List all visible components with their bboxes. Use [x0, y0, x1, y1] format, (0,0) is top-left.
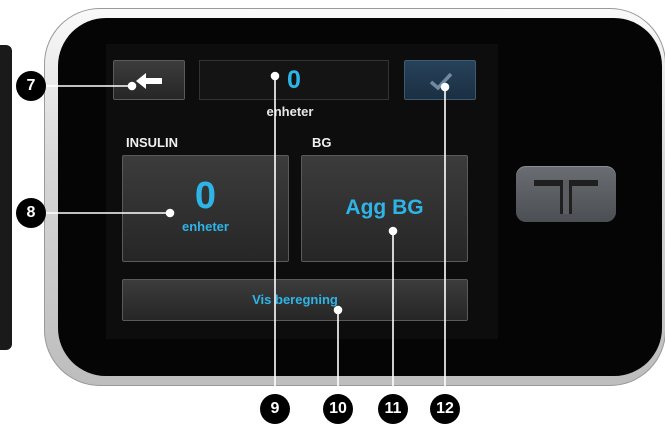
callout-7: 7: [16, 71, 46, 101]
callout-9: 9: [260, 394, 290, 424]
callout-11: 11: [378, 394, 408, 424]
callout-8: 8: [16, 198, 46, 228]
callout-leader-lines: [46, 71, 450, 394]
callout-10: 10: [323, 394, 353, 424]
callout-12: 12: [430, 394, 460, 424]
